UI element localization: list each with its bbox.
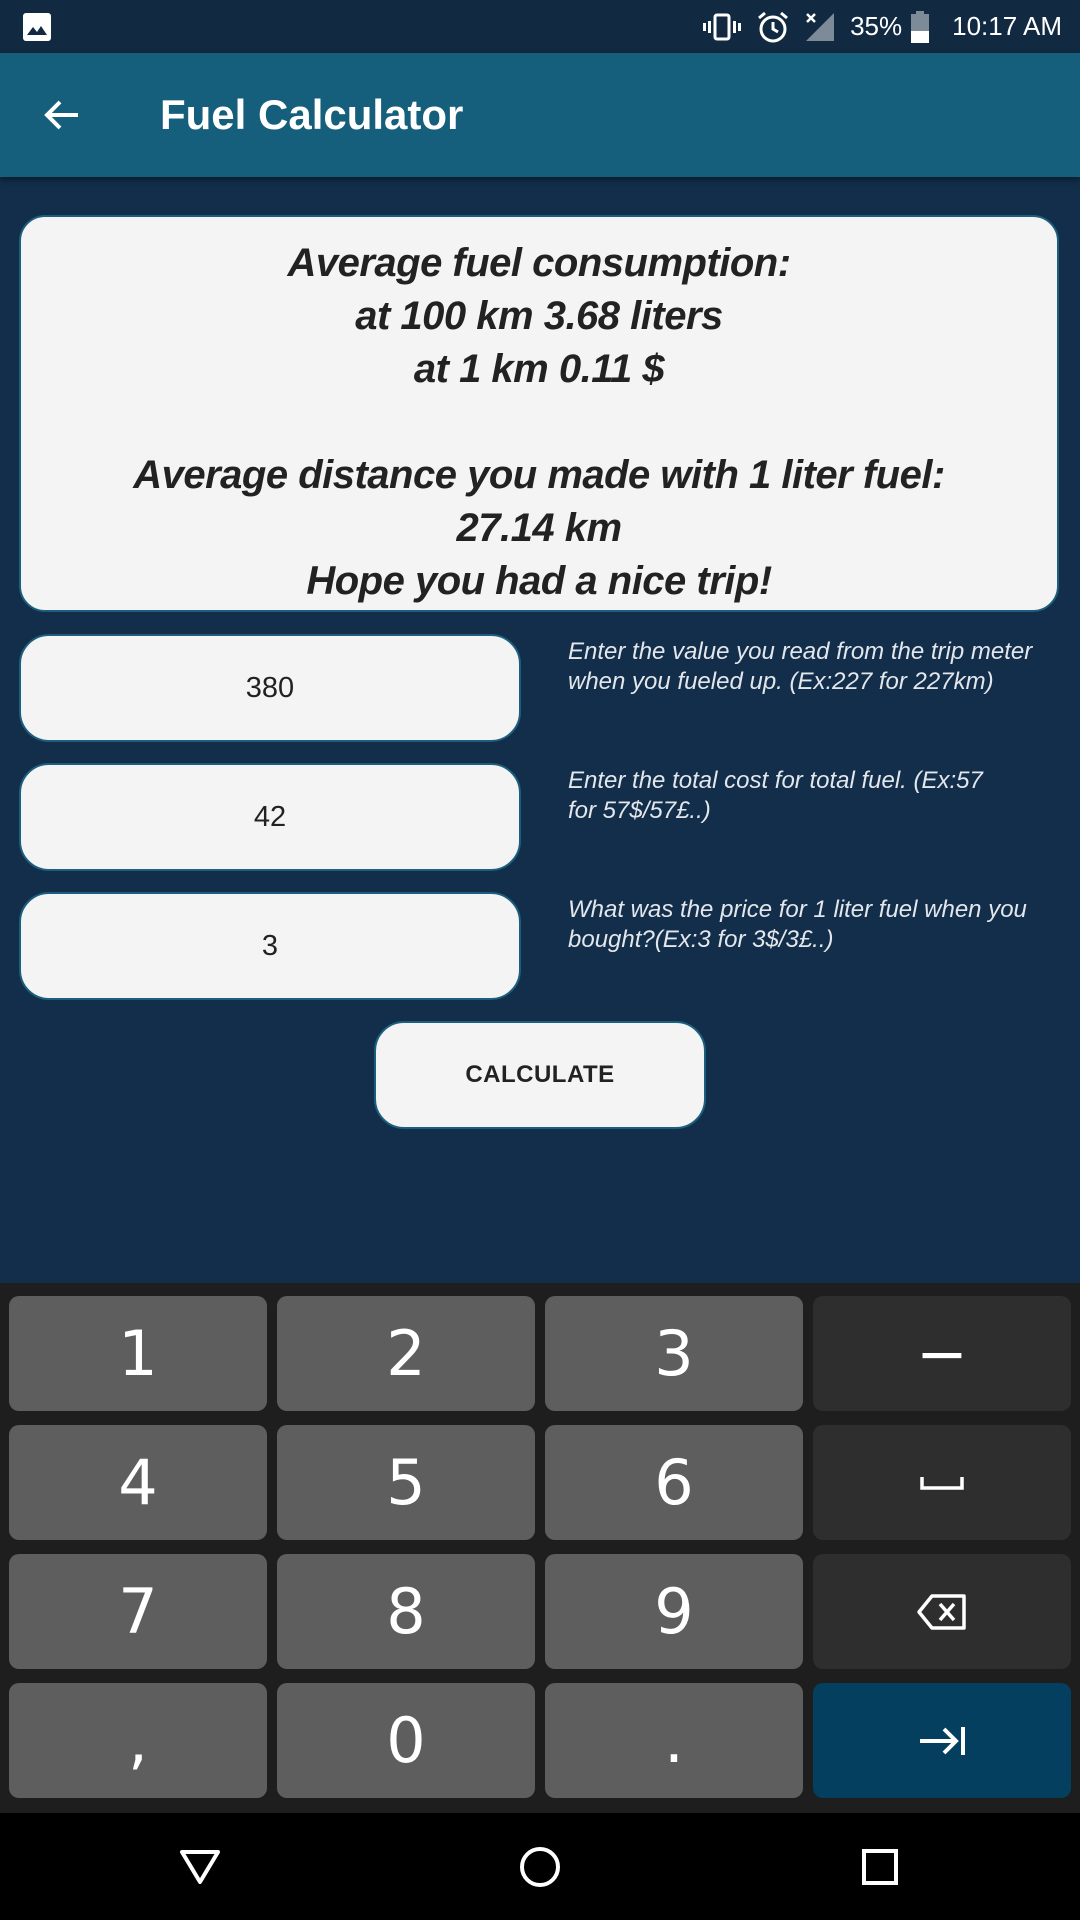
key-0[interactable]: 0 — [277, 1683, 535, 1798]
nav-home-button[interactable] — [490, 1813, 590, 1920]
home-circle-icon — [520, 1846, 560, 1887]
key-dot[interactable]: . — [545, 1683, 803, 1798]
result-closing: Hope you had a nice trip! — [306, 559, 772, 603]
key-6[interactable]: 6 — [545, 1425, 803, 1540]
calculate-button[interactable]: CALCULATE — [374, 1021, 706, 1129]
numeric-keyboard: 1 2 3 − 4 5 6 7 8 9 , 0 . — [0, 1283, 1080, 1813]
key-4[interactable]: 4 — [9, 1425, 267, 1540]
status-bar: 35% 10:17 AM — [0, 0, 1080, 53]
key-8[interactable]: 8 — [277, 1554, 535, 1669]
price-per-liter-input[interactable]: 3 — [19, 892, 521, 1000]
result-distance-heading: Average distance you made with 1 liter f… — [133, 453, 945, 497]
alarm-icon — [758, 11, 789, 42]
result-per-100km: at 100 km 3.68 liters — [355, 294, 723, 338]
battery-percent: 35% — [850, 11, 903, 41]
app-title: Fuel Calculator — [160, 91, 464, 138]
result-heading: Average fuel consumption: — [287, 241, 791, 285]
key-comma[interactable]: , — [9, 1683, 267, 1798]
space-bar-icon — [920, 1476, 964, 1490]
key-9[interactable]: 9 — [545, 1554, 803, 1669]
system-nav-bar — [0, 1813, 1080, 1920]
distance-hint: Enter the value you read from the trip m… — [568, 638, 1033, 695]
arrow-left-icon — [44, 100, 78, 130]
key-backspace[interactable] — [813, 1554, 1071, 1669]
key-minus[interactable]: − — [813, 1296, 1071, 1411]
app-bar: Fuel Calculator — [0, 53, 1080, 177]
key-space[interactable] — [813, 1425, 1071, 1540]
key-2[interactable]: 2 — [277, 1296, 535, 1411]
key-7[interactable]: 7 — [9, 1554, 267, 1669]
recents-square-icon — [862, 1848, 898, 1885]
back-triangle-icon — [180, 1849, 220, 1884]
back-button[interactable] — [24, 77, 100, 153]
key-next[interactable] — [813, 1683, 1071, 1798]
backspace-icon — [917, 1593, 966, 1630]
battery-icon — [911, 10, 930, 43]
result-spacer — [21, 396, 1057, 449]
distance-input[interactable]: 380 — [19, 634, 521, 742]
status-time: 10:17 AM — [952, 11, 1062, 41]
nav-back-button[interactable] — [150, 1813, 250, 1920]
no-signal-icon — [806, 12, 835, 41]
total-cost-hint: Enter the total cost for total fuel. (Ex… — [568, 767, 983, 824]
nav-recents-button[interactable] — [830, 1813, 930, 1920]
tab-next-icon — [920, 1726, 965, 1755]
key-3[interactable]: 3 — [545, 1296, 803, 1411]
result-card: Average fuel consumption: at 100 km 3.68… — [19, 215, 1059, 612]
vibrate-icon — [703, 13, 742, 40]
status-icons: 35% 10:17 AM — [702, 0, 1062, 53]
key-5[interactable]: 5 — [277, 1425, 535, 1540]
result-per-km-cost: at 1 km 0.11 $ — [413, 347, 665, 391]
key-1[interactable]: 1 — [9, 1296, 267, 1411]
total-cost-input[interactable]: 42 — [19, 763, 521, 871]
price-per-liter-hint: What was the price for 1 liter fuel when… — [568, 896, 1027, 953]
gallery-icon — [23, 13, 51, 41]
result-distance-value: 27.14 km — [456, 506, 622, 550]
